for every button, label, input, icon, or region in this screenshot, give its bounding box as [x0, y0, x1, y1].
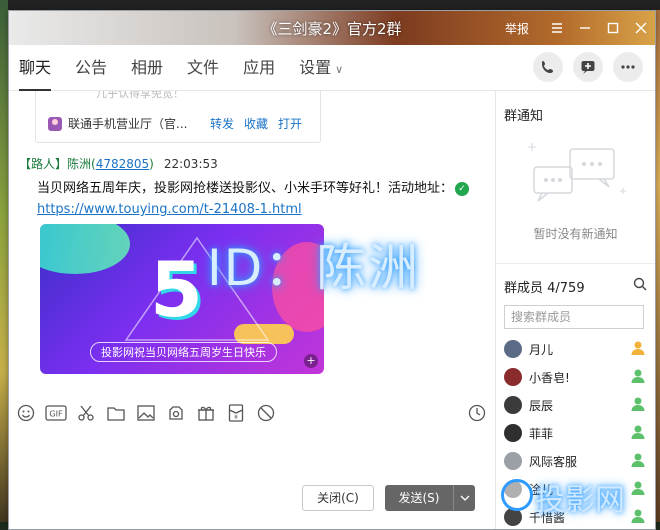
- app-logo-icon: [48, 116, 62, 131]
- avatar[interactable]: [504, 424, 522, 442]
- divider: [496, 263, 655, 264]
- emoji-icon[interactable]: [15, 402, 37, 424]
- composer-toolbar: GIF ¥: [9, 398, 494, 428]
- group-chat-window: 《三剑豪2》官方2群 举报 聊天 公告 相册 文件 应用 设置 ∨ 几乎认得享免…: [8, 10, 656, 530]
- avatar[interactable]: [504, 396, 522, 414]
- member-row[interactable]: 风际客服: [496, 447, 656, 475]
- no-notice-text: 暂时没有新通知: [533, 227, 618, 241]
- member-role-icon: [631, 509, 645, 523]
- close-icon[interactable]: [627, 11, 655, 45]
- watermark-text: 投影网: [535, 483, 625, 518]
- members-title: 群成员 4/759: [504, 281, 585, 296]
- message-text: 当贝网络五周年庆，投影网抢楼送投影仪、小米手环等好礼！活动地址： ✓: [37, 177, 470, 196]
- tab-album[interactable]: 相册: [131, 45, 163, 91]
- card-faded-text: 几乎认得享免宽！: [96, 91, 184, 100]
- tab-files[interactable]: 文件: [187, 45, 219, 91]
- phone-call-button[interactable]: [533, 52, 563, 82]
- send-label: 发送(S): [398, 491, 440, 505]
- history-icon[interactable]: [466, 402, 488, 424]
- avatar[interactable]: [504, 452, 522, 470]
- member-name: 小香皂!: [529, 370, 570, 385]
- forward-link[interactable]: 转发: [210, 115, 234, 132]
- notice-title: 群通知: [504, 109, 544, 124]
- menu-icon[interactable]: [543, 11, 571, 45]
- add-message-icon: [581, 61, 595, 74]
- verified-icon: ✓: [455, 181, 470, 196]
- message-time: 22:03:53: [163, 157, 218, 171]
- maximize-icon[interactable]: [599, 11, 627, 45]
- search-icon[interactable]: [633, 277, 647, 294]
- tab-bar: 聊天 公告 相册 文件 应用 设置 ∨: [9, 45, 655, 91]
- anniversary-number: 5: [150, 245, 203, 334]
- member-name: 风际客服: [529, 454, 578, 469]
- gift-icon[interactable]: [195, 402, 217, 424]
- watermark-logo: [501, 479, 533, 511]
- gif-icon[interactable]: GIF: [45, 402, 67, 424]
- red-packet-icon[interactable]: ¥: [225, 402, 247, 424]
- shared-card[interactable]: 几乎认得享免宽！ 联通手机营业厅（官... 转发 收藏 打开: [35, 91, 321, 143]
- scissors-icon[interactable]: [75, 402, 97, 424]
- send-options-icon[interactable]: [453, 485, 475, 511]
- member-role-icon: [631, 369, 645, 383]
- svg-text:¥: ¥: [234, 414, 238, 421]
- message-link[interactable]: https://www.touying.com/t-21408-1.html: [37, 202, 302, 217]
- member-row[interactable]: 菲菲: [496, 419, 656, 447]
- member-role-icon: [631, 453, 645, 467]
- avatar[interactable]: [504, 368, 522, 386]
- member-name: 菲菲: [529, 426, 554, 441]
- favorite-link[interactable]: 收藏: [244, 115, 268, 132]
- open-link[interactable]: 打开: [278, 115, 302, 132]
- avatar[interactable]: [504, 340, 522, 358]
- promo-caption: 投影网祝当贝网络五周岁生日快乐: [90, 342, 277, 362]
- card-source-name: 联通手机营业厅（官...: [68, 117, 188, 131]
- desktop-strip: [0, 0, 660, 10]
- tab-announcement[interactable]: 公告: [75, 45, 107, 91]
- no-notice-icon: [528, 143, 626, 202]
- phone-icon: [542, 61, 553, 73]
- tab-settings[interactable]: 设置 ∨: [299, 45, 343, 91]
- chevron-down-icon: ∨: [335, 63, 344, 76]
- minimize-icon[interactable]: [571, 11, 599, 45]
- message-header: 【路人】陈洲(4782805) 22:03:53: [19, 157, 218, 171]
- card-source: 联通手机营业厅（官...: [48, 115, 187, 132]
- tab-settings-label: 设置: [299, 58, 332, 77]
- desktop-background: [0, 0, 8, 530]
- member-row[interactable]: 辰辰: [496, 391, 656, 419]
- title-bar[interactable]: 《三剑豪2》官方2群 举报: [9, 11, 655, 45]
- add-chat-button[interactable]: [573, 52, 603, 82]
- more-button[interactable]: [613, 52, 643, 82]
- member-role-icon: [631, 341, 645, 355]
- member-role-icon: [631, 425, 645, 439]
- id-overlay: ID：陈洲: [207, 239, 421, 297]
- close-chat-button[interactable]: 关闭(C): [302, 485, 374, 511]
- member-role-icon: [631, 397, 645, 411]
- message-input[interactable]: 关闭(C) 发送(S): [9, 429, 494, 529]
- screenshot-icon[interactable]: [165, 402, 187, 424]
- member-row[interactable]: 月儿: [496, 335, 656, 363]
- send-button[interactable]: 发送(S): [385, 485, 475, 511]
- side-panel: 群通知 暂时没有新通知 群成员 4/759 月儿小香皂!辰辰菲菲风际客服淦儿千惜…: [495, 91, 655, 529]
- member-name: 辰辰: [529, 398, 554, 413]
- message-body: 当贝网络五周年庆，投影网抢楼送投影仪、小米手环等好礼！活动地址：: [37, 181, 454, 196]
- folder-icon[interactable]: [105, 402, 127, 424]
- member-row[interactable]: 小香皂!: [496, 363, 656, 391]
- shake-icon[interactable]: [255, 402, 277, 424]
- report-button[interactable]: 举报: [505, 20, 529, 37]
- tab-chat[interactable]: 聊天: [19, 45, 52, 91]
- tab-apps[interactable]: 应用: [243, 45, 275, 91]
- more-icon: [621, 65, 635, 69]
- image-icon[interactable]: [135, 402, 157, 424]
- sender-qq[interactable]: 4782805: [96, 157, 149, 171]
- member-role-icon: [631, 481, 645, 495]
- svg-text:GIF: GIF: [49, 410, 63, 419]
- expand-icon[interactable]: +: [304, 354, 318, 368]
- member-name: 月儿: [529, 342, 554, 357]
- member-role: 【路人】: [19, 157, 68, 171]
- member-search-input[interactable]: [504, 305, 644, 329]
- sender-name[interactable]: 陈洲: [67, 157, 91, 171]
